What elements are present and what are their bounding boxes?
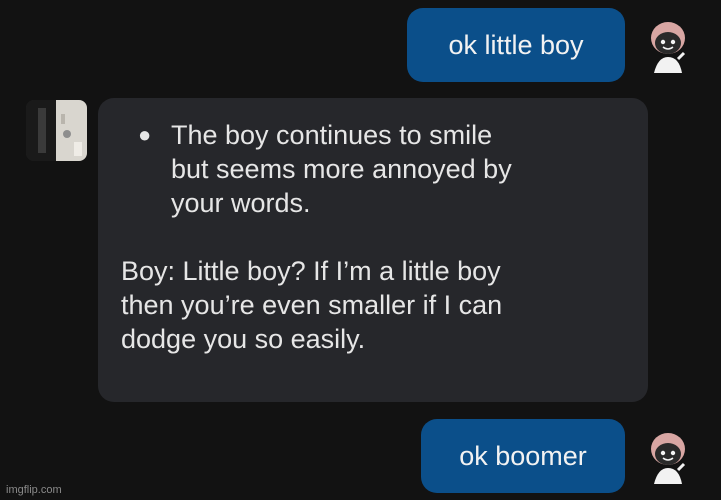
bullet-icon: ● — [138, 122, 152, 147]
user-avatar-icon[interactable] — [646, 17, 690, 77]
bot-action-text: The boy continues to smile but seems mor… — [171, 120, 512, 218]
user-message-text: ok little boy — [448, 29, 584, 60]
watermark: imgflip.com — [6, 484, 62, 496]
bot-avatar-icon[interactable] — [26, 100, 87, 161]
user-avatar-icon[interactable] — [646, 428, 690, 488]
bot-action-line: ● The boy continues to smile but seems m… — [121, 118, 630, 220]
bot-message-bubble: ● The boy continues to smile but seems m… — [98, 98, 648, 402]
bot-speech-text: Boy: Little boy? If I’m a little boy the… — [121, 256, 503, 354]
user-message-bubble: ok little boy — [407, 8, 625, 82]
user-message-bubble: ok boomer — [421, 419, 625, 493]
user-message-text: ok boomer — [459, 440, 587, 471]
